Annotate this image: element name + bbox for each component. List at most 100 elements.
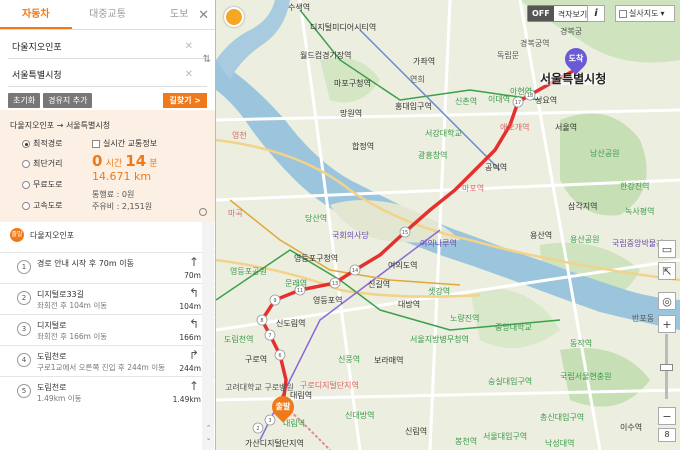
reset-button[interactable]: 초기화 xyxy=(8,93,41,108)
map-label: 여의나루역 xyxy=(420,239,457,248)
route-step[interactable]: 2 디지털로33길 좌회전 후 104m 이동 ↰ 104m xyxy=(0,283,215,314)
close-icon[interactable]: ✕ xyxy=(198,8,209,23)
satellite-toggle[interactable]: 실사지도 ▾ xyxy=(615,5,675,22)
step-number: 1 xyxy=(17,260,31,274)
map-label: 반포동 xyxy=(632,314,655,323)
map-label: 고려대학교 구로병원 xyxy=(225,383,294,392)
settings-icon[interactable] xyxy=(199,208,207,216)
map-label: 낙성대역 xyxy=(545,439,575,448)
map-label: 남산공원 xyxy=(590,149,620,158)
svg-text:6: 6 xyxy=(278,353,281,359)
map-label: 국립중앙박물관 xyxy=(612,239,664,248)
map-label: 마포역 xyxy=(462,184,485,193)
step-distance: 166m xyxy=(179,333,201,342)
step-description: 좌회전 후 104m 이동 xyxy=(37,301,108,310)
map-label: 용산공원 xyxy=(570,235,600,244)
satellite-label: 실사지도 xyxy=(629,9,659,18)
svg-text:13: 13 xyxy=(332,281,338,287)
map-label: 경복궁역 xyxy=(520,39,550,48)
map-label: 대방역 xyxy=(398,300,421,309)
travel-time: 0 시간 14 분 xyxy=(92,152,158,170)
option-optimal[interactable]: 최적경로 xyxy=(22,138,62,149)
zoom-level: 8 xyxy=(658,428,676,442)
step-distance: 1.49km xyxy=(172,395,201,404)
map-label: 경복궁 xyxy=(560,27,583,36)
map-logo-icon[interactable] xyxy=(224,7,244,27)
share-icon[interactable]: ⇱ xyxy=(658,262,676,280)
step-distance: 244m xyxy=(179,364,201,373)
map-label: 마포구청역 xyxy=(334,79,371,88)
destination-marker[interactable]: 도착 xyxy=(560,43,592,75)
fuel-cost: 주유비 : 2,151원 xyxy=(92,202,153,211)
route-step[interactable]: 4 도림천로 구로1교에서 오른쪽 진입 후 244m 이동 ↱ 244m xyxy=(0,345,215,376)
svg-text:2: 2 xyxy=(256,426,259,432)
radio-icon[interactable] xyxy=(22,159,30,168)
radio-icon[interactable] xyxy=(22,180,30,189)
zoom-out-button[interactable]: − xyxy=(658,407,676,425)
zoom-slider-handle[interactable] xyxy=(660,364,673,371)
swap-icon[interactable]: ⇅ xyxy=(203,54,211,65)
realtime-checkbox[interactable] xyxy=(92,139,100,148)
map-label: 서강대학교 xyxy=(425,129,462,138)
map-label: 구로역 xyxy=(245,355,268,364)
off-label: OFF xyxy=(528,6,554,21)
map-label: 용산역 xyxy=(530,231,553,240)
option-shortest[interactable]: 최단거리 xyxy=(22,158,62,169)
route-summary-title: 다울지오인포 → 서울특별시청 xyxy=(10,121,111,130)
tab-transit[interactable]: 대중교통 xyxy=(72,0,144,29)
find-route-button[interactable]: 길찾기 > xyxy=(163,93,207,108)
clear-origin-icon[interactable]: ✕ xyxy=(185,41,193,52)
map-label: 신대방역 xyxy=(345,411,375,420)
turn-arrow-icon: ↑ xyxy=(188,255,199,269)
origin-marker[interactable]: 출발 xyxy=(267,391,299,423)
toll-fee: 통행료 : 0원 xyxy=(92,190,135,199)
add-waypoint-button[interactable]: 경유지 추가 xyxy=(43,93,93,108)
option-free[interactable]: 무료도로 xyxy=(22,179,62,190)
realtime-traffic-toggle[interactable]: 실시간 교통정보 xyxy=(92,138,157,149)
destination-input[interactable]: 서울특별시청 ✕ xyxy=(8,63,207,87)
ruler-icon[interactable]: ▭ xyxy=(658,240,676,258)
map-label: 국회의사당 xyxy=(332,231,369,240)
scroll-down-icon[interactable]: ⌄ xyxy=(204,434,213,443)
grid-view-toggle[interactable]: OFF 격자보기 xyxy=(527,5,593,22)
map-label: 마곡 xyxy=(228,209,243,218)
map-label: 영천 xyxy=(232,131,247,140)
step-number: 5 xyxy=(17,384,31,398)
chevron-down-icon: ▾ xyxy=(660,9,665,18)
map-label: 녹사평역 xyxy=(625,207,655,216)
svg-text:15: 15 xyxy=(402,230,408,236)
clear-destination-icon[interactable]: ✕ xyxy=(185,69,193,80)
satellite-checkbox[interactable] xyxy=(619,9,627,18)
step-distance: 70m xyxy=(184,271,201,280)
radio-icon[interactable] xyxy=(22,139,30,148)
zoom-in-button[interactable]: + xyxy=(658,315,676,333)
route-step[interactable]: 1 경로 안내 시작 후 70m 이동 ↑ 70m xyxy=(0,252,215,283)
tab-car[interactable]: 자동차 xyxy=(0,0,72,29)
info-button[interactable]: i xyxy=(587,5,605,22)
step-name: 경로 안내 시작 후 70m 이동 xyxy=(37,259,134,268)
locate-icon[interactable]: ◎ xyxy=(658,292,676,310)
map-label: 광흥창역 xyxy=(418,151,448,160)
travel-distance: 14.671 km xyxy=(92,170,152,183)
map-label: 노량진역 xyxy=(450,314,480,323)
map-label: 국립서울현충원 xyxy=(560,372,612,381)
map-label: 애오개역 xyxy=(500,123,530,132)
turn-arrow-icon: ↑ xyxy=(188,379,199,393)
map-label: 신림역 xyxy=(405,427,428,436)
step-number: 2 xyxy=(17,291,31,305)
map-label: 서울지방병무청역 xyxy=(410,335,469,344)
scroll-up-icon[interactable]: ⌃ xyxy=(204,424,213,433)
route-step[interactable]: 3 디지털로 좌회전 후 166m 이동 ↰ 166m xyxy=(0,314,215,345)
route-step[interactable]: 5 도림천로 1.49km 이동 ↑ 1.49km xyxy=(0,376,215,407)
turn-arrow-icon: ↰ xyxy=(188,317,199,331)
map-label: 연희 xyxy=(410,75,425,84)
scrollbar[interactable] xyxy=(202,222,214,450)
map-label: 도림천역 xyxy=(224,335,254,344)
map-label: 가좌역 xyxy=(413,57,436,66)
option-highway[interactable]: 고속도로 xyxy=(22,200,62,211)
step-name: 도림천로 xyxy=(37,383,67,392)
radio-icon[interactable] xyxy=(22,201,30,210)
route-buttons: 초기화 경유지 추가 길찾기 > xyxy=(8,93,207,108)
map-label: 영등포역 xyxy=(313,296,343,305)
origin-input[interactable]: 다울지오인포 ✕ xyxy=(8,35,207,59)
